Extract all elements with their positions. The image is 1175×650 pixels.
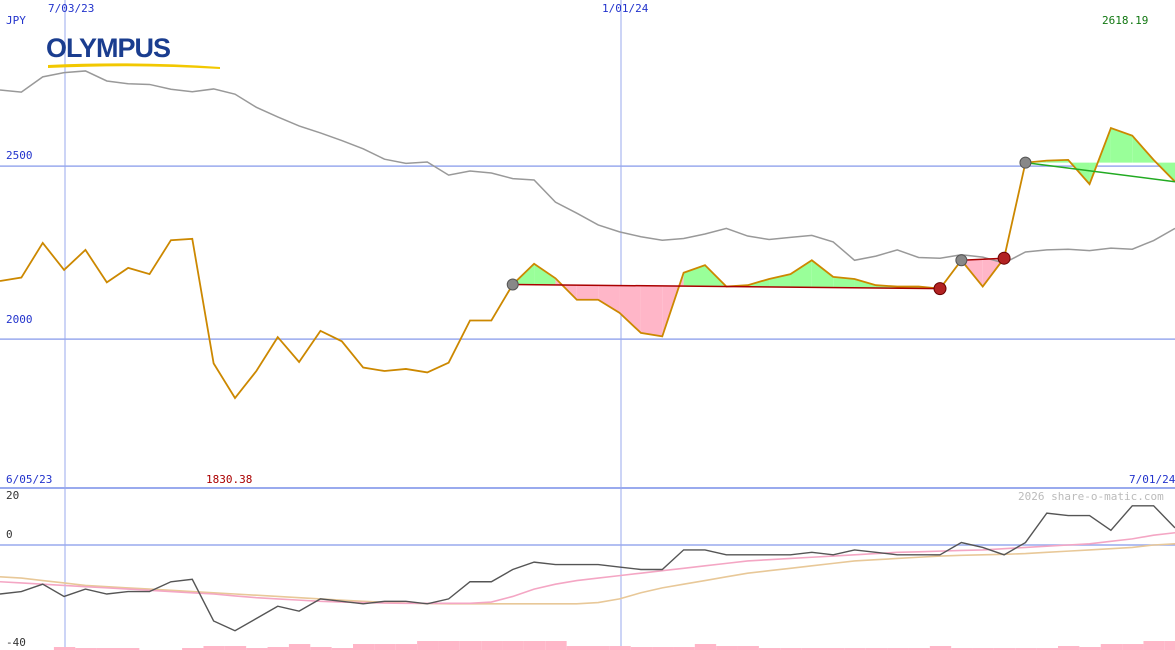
- logo-text: OLYMPUS: [46, 34, 170, 63]
- signal-pink-line: [0, 531, 1175, 605]
- volume-bar: [609, 646, 631, 650]
- buy-marker: [955, 254, 968, 267]
- y-tick-2500: 2500: [6, 149, 33, 162]
- volume-bar: [694, 644, 717, 650]
- moving-average-line: [0, 70, 1175, 264]
- volume-bar: [288, 644, 311, 650]
- volume-bar: [203, 646, 225, 650]
- volume-bar: [1100, 644, 1123, 650]
- gain-loss-fills: [512, 128, 1175, 337]
- volume-bar: [1164, 641, 1175, 650]
- volume-bar: [929, 646, 952, 650]
- momentum-lines: [0, 505, 1175, 632]
- olympus-logo: OLYMPUS: [46, 33, 226, 74]
- volume-bar: [716, 646, 738, 650]
- volume-bar: [1122, 644, 1144, 650]
- gain-area: [790, 260, 812, 288]
- volume-bars: [53, 641, 1175, 650]
- date-label-top-2: 1/01/24: [602, 2, 649, 15]
- date-label-top-1: 7/03/23: [48, 2, 94, 15]
- date-label-bottom-2: 7/01/24: [1129, 473, 1175, 486]
- sell-marker: [933, 282, 947, 296]
- mom-tick-20: 20: [6, 489, 19, 502]
- loss-area: [576, 285, 599, 300]
- mom-tick-0: 0: [6, 528, 13, 541]
- volume-bar: [588, 646, 610, 650]
- logo-swoosh: [48, 63, 220, 69]
- volume-bar: [395, 644, 418, 650]
- volume-bar: [1143, 641, 1165, 650]
- low-price-label: 1830.38: [206, 473, 252, 486]
- volume-bar: [502, 641, 524, 650]
- volume-bar: [353, 644, 375, 650]
- currency-label: JPY: [6, 14, 26, 27]
- trend-lines: [512, 161, 1175, 290]
- loss-area: [640, 285, 663, 337]
- volume-bar: [523, 641, 546, 650]
- volume-bar: [459, 641, 482, 650]
- volume-bar: [224, 646, 247, 650]
- date-label-bottom-1: 6/05/23: [6, 473, 52, 486]
- volume-bar: [1058, 646, 1080, 650]
- sell-marker: [997, 251, 1011, 265]
- volume-bar: [374, 644, 396, 650]
- mom-tick-minus40: -40: [6, 636, 26, 649]
- loss-area: [598, 285, 620, 313]
- volume-bar: [545, 641, 567, 650]
- momentum-line: [0, 505, 1175, 632]
- volume-bar: [566, 646, 588, 650]
- buy-marker: [1019, 156, 1032, 169]
- last-price-label: 2618.19: [1102, 14, 1148, 27]
- y-tick-2000: 2000: [6, 313, 33, 326]
- gain-area: [1110, 128, 1133, 163]
- loss-area: [619, 285, 641, 333]
- price-lines: [0, 70, 1175, 400]
- volume-bar: [417, 641, 439, 650]
- stock-chart: JPY 7/03/23 1/01/24 2618.19 2500 2000 6/…: [0, 0, 1175, 650]
- signal-markers: [506, 156, 1032, 296]
- buy-marker: [506, 278, 519, 291]
- volume-bar: [438, 641, 460, 650]
- volume-bar: [737, 646, 759, 650]
- volume-bar: [481, 641, 503, 650]
- watermark: 2026 share-o-matic.com: [1018, 490, 1164, 503]
- momentum-panel: 20 0 -40 2026 share-o-matic.com: [0, 489, 1175, 650]
